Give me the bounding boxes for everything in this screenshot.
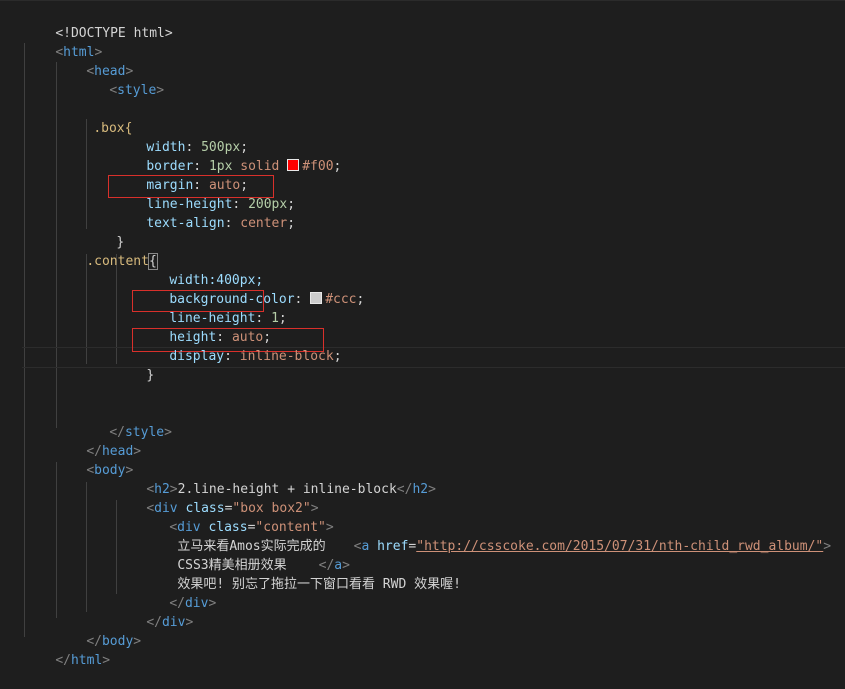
code-line: line-height: 1; — [0, 290, 845, 326]
code-line: display: inline-block; — [0, 328, 845, 364]
bracket: < — [109, 83, 118, 98]
code-line: </head> — [0, 423, 845, 459]
tag-name: style — [117, 83, 157, 98]
code-line: line-height: 200px; — [0, 176, 845, 212]
bracket: > — [102, 653, 111, 668]
code-line: <head> — [0, 43, 845, 79]
code-line: <body> — [0, 442, 845, 478]
code-line: } — [0, 214, 845, 250]
code-line: margin: auto; — [0, 157, 845, 193]
code-line: </style> — [0, 404, 845, 440]
editor-top-border — [0, 0, 845, 1]
code-line: <style> — [0, 62, 845, 98]
code-editor[interactable]: <!DOCTYPE html> <html> <head> <style> .b… — [0, 0, 845, 668]
code-line: border: 1px solid #f00; — [0, 138, 845, 174]
code-line: width: 500px; — [0, 119, 845, 155]
code-line: width:400px; — [0, 252, 845, 288]
code-line: </body> — [0, 613, 845, 649]
code-line: </html> — [0, 632, 845, 668]
code-line: 立马来看Amos实际完成的 <a href="http://csscoke.com… — [0, 518, 845, 554]
code-line: height: auto; — [0, 309, 845, 345]
code-line: background-color: #ccc; — [0, 271, 845, 307]
code-line: } — [0, 347, 845, 383]
code-line: </div> — [0, 594, 845, 630]
bracket: > — [156, 83, 165, 98]
close-brace: } — [146, 368, 155, 383]
code-line: <!DOCTYPE html> — [0, 5, 845, 41]
code-line: <div class="content"> — [0, 499, 845, 535]
code-line: <html> — [0, 24, 845, 60]
code-line: 效果吧! 别忘了拖拉一下窗口看看 RWD 效果喔! — [0, 556, 845, 592]
code-line: </div> — [0, 575, 845, 611]
code-line: CSS3精美相册效果 </a> — [0, 537, 845, 573]
tag-name: html — [70, 653, 103, 668]
bracket: </ — [55, 653, 71, 668]
code-line: .content{ — [0, 233, 845, 270]
code-line: <div class="box box2"> — [0, 480, 845, 516]
code-line: text-align: center; — [0, 195, 845, 231]
code-line: .box{ — [0, 100, 845, 136]
code-line: <h2>2.line-height + inline-block</h2> — [0, 461, 845, 497]
